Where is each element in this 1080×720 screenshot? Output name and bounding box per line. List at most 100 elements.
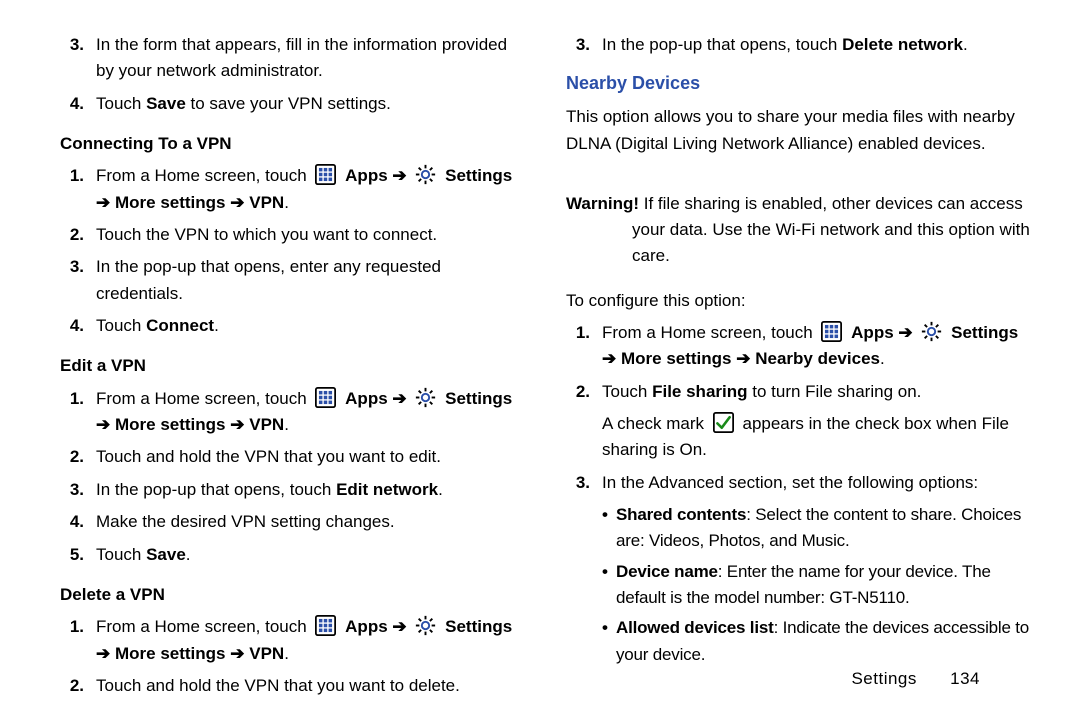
intro-text: This option allows you to share your med… [566,104,1032,180]
list-number: 3. [60,32,84,58]
text-run: to save your VPN settings. [186,94,391,113]
text-run: In the pop-up that opens, enter any requ… [96,257,441,302]
text-run: VPN [249,193,284,212]
arrow-icon: ➔ [736,349,750,368]
text-run: More settings [621,349,732,368]
text-run: Settings [445,389,512,408]
arrow-icon: ➔ [96,644,110,663]
heading-edit-vpn: Edit a VPN [60,353,526,379]
arrow-icon: ➔ [230,644,244,663]
text-run: Save [146,94,186,113]
list-item: 4.Make the desired VPN setting changes. [60,509,526,535]
heading-nearby-devices: Nearby Devices [566,70,1032,98]
check-icon [713,412,734,433]
text-run: Apps [345,166,388,185]
list-text: In the form that appears, fill in the in… [96,32,526,85]
heading-connecting-to-vpn: Connecting To a VPN [60,131,526,157]
list-number: 2. [60,222,84,248]
list-text: Touch File sharing to turn File sharing … [602,379,1032,405]
right-column: 3. In the pop-up that opens, touch Delete… [566,32,1032,672]
list-item: 2.Touch File sharing to turn File sharin… [566,379,1032,405]
text-run: Touch and hold the VPN that you want to … [96,676,460,695]
heading-delete-vpn: Delete a VPN [60,582,526,608]
list-config: 1.From a Home screen, touch Apps ➔ Setti… [566,320,1032,502]
text-run: From a Home screen, touch [602,323,817,342]
list-item: 1. From a Home screen, touch Apps ➔ Setti… [60,163,526,216]
text-run: In the pop-up that opens, touch [96,480,336,499]
list-text: Touch and hold the VPN that you want to … [96,673,526,699]
gear-icon [921,321,942,342]
text-run: VPN [249,644,284,663]
gear-icon [415,615,436,636]
list-item: 3.In the pop-up that opens, touch Delete… [566,32,1032,58]
text-run: VPN [249,415,284,434]
list-text: From a Home screen, touch Apps ➔ Setting… [602,320,1032,373]
footer-section: Settings [851,669,916,688]
gear-icon [415,387,436,408]
list-number: 5. [60,542,84,568]
list-number: 3. [60,254,84,280]
config-lead: To configure this option: [566,288,1032,314]
text-run: In the pop-up that opens, touch [602,35,842,54]
arrow-icon: ➔ [602,349,616,368]
text-run: to turn File sharing on. [748,382,922,401]
list-top-left: 3. In the form that appears, fill in the … [60,32,526,123]
arrow-icon: ➔ [392,166,406,185]
text-run: . [284,644,289,663]
text-run: . [438,480,443,499]
list-text: From a Home screen, touch Apps ➔ Setting… [96,163,526,216]
list-item: 1.From a Home screen, touch Apps ➔ Setti… [60,386,526,439]
text-run: Apps [345,389,388,408]
text-run: Touch and hold the VPN that you want to … [96,447,441,466]
list-item: 3. In the pop-up that opens, enter any re… [60,254,526,307]
text-run: . [214,316,219,335]
text-run: From a Home screen, touch [96,617,311,636]
bullet-list: •Shared contents: Select the content to … [566,502,1032,672]
list-text: In the pop-up that opens, touch Delete n… [602,32,1032,58]
list-connecting: 1. From a Home screen, touch Apps ➔ Setti… [60,163,526,345]
text-run: Connect [146,316,214,335]
text-run: Touch [602,382,652,401]
arrow-icon: ➔ [230,193,244,212]
text-run: Delete network [842,35,963,54]
text-run: Settings [445,166,512,185]
bullet-item: •Shared contents: Select the content to … [602,502,1032,555]
bullet-lead: Allowed devices list [616,618,774,637]
list-text: In the Advanced section, set the followi… [602,470,1032,496]
text-run: . [186,545,191,564]
text-run: From a Home screen, touch [96,166,311,185]
list-item: 3. In the Advanced section, set the follo… [566,470,1032,496]
list-item: 2.Touch the VPN to which you want to con… [60,222,526,248]
bullet-text: Allowed devices list: Indicate the devic… [616,615,1032,668]
text-run [407,389,412,408]
list-item: 2. Touch and hold the VPN that you want t… [60,444,526,470]
text-run [407,617,412,636]
text-run: . [880,349,885,368]
list-number: 2. [60,673,84,699]
list-number: 3. [60,477,84,503]
list-item: 3. In the pop-up that opens, touch Edit n… [60,477,526,503]
list-item: 4.Touch Save to save your VPN settings. [60,91,526,117]
left-column: 3. In the form that appears, fill in the … [60,32,526,672]
text-run: More settings [115,193,226,212]
text-run: Settings [951,323,1018,342]
list-item: 2. Touch and hold the VPN that you want t… [60,673,526,699]
text-run: File sharing [652,382,747,401]
list-number: 1. [60,386,84,412]
list-number: 3. [566,470,590,496]
list-text: Touch Save to save your VPN settings. [96,91,526,117]
bullet-item: •Allowed devices list: Indicate the devi… [602,615,1032,668]
text-run: Make the desired VPN setting changes. [96,512,395,531]
text-run [913,323,918,342]
list-number: 2. [60,444,84,470]
list-top-right: 3.In the pop-up that opens, touch Delete… [566,32,1032,64]
list-item: 1.From a Home screen, touch Apps ➔ Setti… [566,320,1032,373]
text-run: . [284,193,289,212]
gear-icon [415,164,436,185]
bullet-dot: • [602,502,616,528]
text-run: In the Advanced section, set the followi… [602,473,978,492]
text-run: Apps [345,617,388,636]
list-number: 1. [60,163,84,189]
list-text: In the pop-up that opens, touch Edit net… [96,477,526,503]
text-run: More settings [115,415,226,434]
